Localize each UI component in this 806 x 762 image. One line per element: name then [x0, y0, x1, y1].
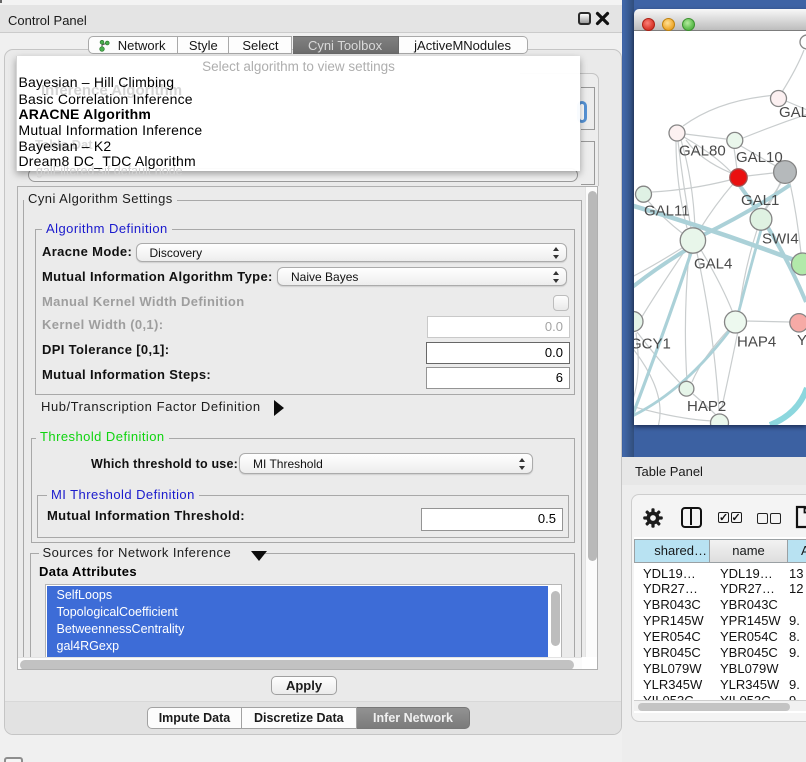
svg-text:GAL1: GAL1	[741, 192, 779, 209]
svg-text:GAL7: GAL7	[779, 104, 806, 121]
svg-text:GAL11: GAL11	[644, 203, 690, 220]
svg-text:GAL10: GAL10	[736, 149, 783, 166]
svg-text:SWI4: SWI4	[762, 231, 799, 248]
svg-text:GCY1: GCY1	[634, 336, 671, 353]
svg-text:GAL80: GAL80	[679, 143, 726, 160]
svg-text:GAL4: GAL4	[694, 256, 732, 273]
svg-text:Y: Y	[797, 332, 806, 349]
svg-text:HAP4: HAP4	[737, 334, 776, 351]
svg-text:HAP2: HAP2	[687, 398, 726, 415]
